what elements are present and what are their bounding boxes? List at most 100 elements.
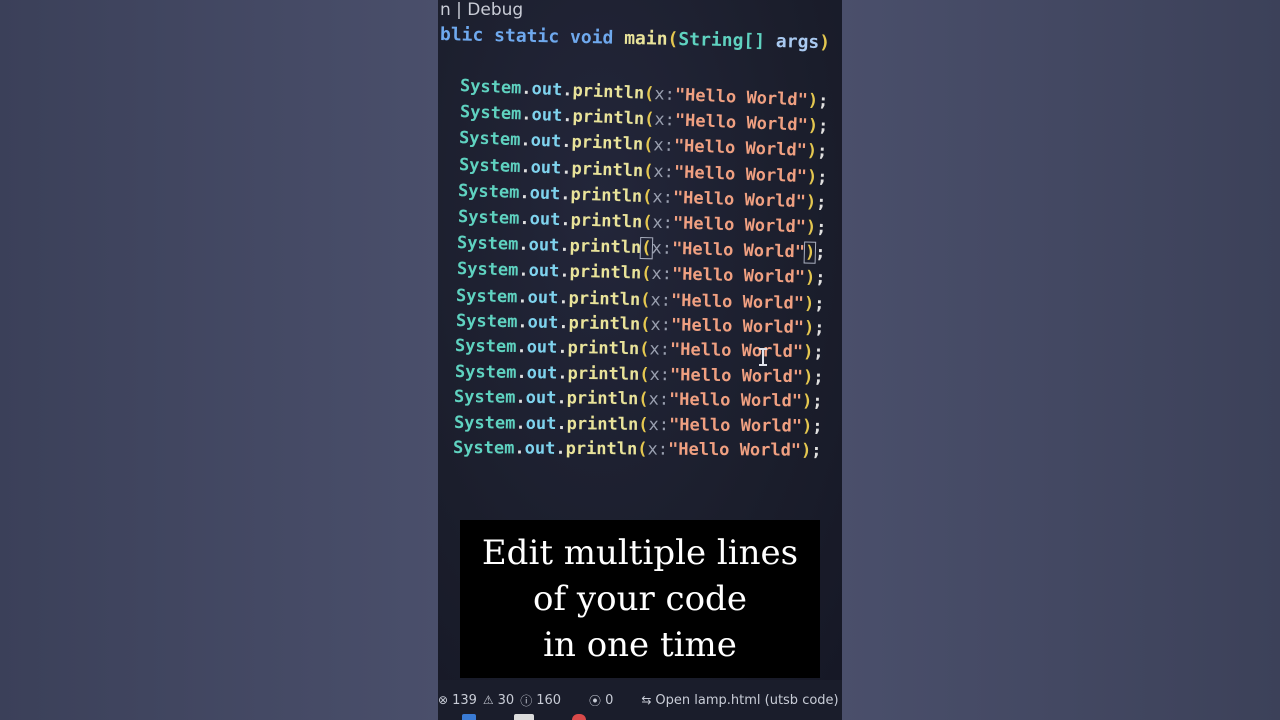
open-paren: ( (639, 314, 651, 335)
method-name: println (571, 106, 645, 130)
dot: . (519, 182, 530, 204)
code-line[interactable]: System.out.println(x:"Hello World"); (456, 286, 825, 314)
code-line[interactable]: System.out.println(x:"Hello World"); (457, 207, 826, 238)
dot: . (559, 210, 571, 231)
class-name: System (459, 76, 522, 99)
string-literal: "Hello World" (671, 239, 806, 263)
dot: . (558, 261, 570, 283)
warnings-indicator[interactable]: ⚠ 30 (483, 693, 514, 708)
field-name: out (526, 337, 558, 359)
dot: . (557, 338, 568, 359)
open-paren: ( (637, 439, 648, 460)
open-paren: ( (638, 364, 650, 385)
dot: . (516, 337, 527, 358)
field-name: out (528, 235, 560, 256)
dot: . (519, 156, 531, 178)
close-paren: ) (802, 367, 813, 388)
caption-line-1: Edit multiple lines (481, 533, 799, 573)
method-name: println (572, 80, 645, 104)
param-hint: x: (647, 439, 669, 460)
taskbar-app-icon[interactable] (572, 714, 586, 720)
semicolon: ; (812, 391, 823, 412)
open-file-status[interactable]: ⇆ Open lamp.html (utsb code) (641, 693, 838, 708)
code-line[interactable]: System.out.println(x:"Hello World"); (455, 311, 824, 338)
code-line[interactable]: System.out.println(x:"Hello World"); (454, 362, 823, 388)
semicolon: ; (816, 166, 828, 188)
semicolon: ; (817, 116, 829, 137)
field-name: out (525, 388, 557, 409)
param-hint: x: (647, 414, 669, 435)
error-icon: ⊗ (438, 693, 449, 707)
class-name: System (454, 361, 517, 383)
field-name: out (525, 413, 556, 434)
class-name: System (458, 128, 521, 151)
param-hint: x: (648, 364, 670, 386)
caption-box: Edit multiple lines of your code in one … (460, 520, 820, 678)
method-name: println (567, 313, 640, 335)
class-name: System (458, 154, 521, 177)
code-line[interactable]: System.out.println(x:"Hello World"); (457, 233, 826, 264)
param-hint: x: (651, 212, 673, 234)
code-line[interactable]: System.out.println(x:"Hello World"); (456, 259, 825, 288)
info-indicator[interactable]: ⓘ 160 (520, 692, 561, 709)
param-hint: x: (649, 314, 671, 336)
blurred-background-left (0, 0, 438, 720)
open-file-label: Open lamp.html (utsb code) (655, 692, 839, 708)
dot: . (558, 287, 569, 309)
dot: . (514, 438, 525, 459)
taskbar-app-icon[interactable] (514, 714, 534, 720)
taskbar-app-icon[interactable] (462, 714, 476, 720)
param-hint: x: (650, 289, 672, 311)
semicolon: ; (815, 217, 827, 238)
field-name: out (530, 105, 563, 127)
codelens-run-debug[interactable]: n | Debug (440, 0, 523, 20)
dot: . (560, 158, 572, 179)
param-hint: x: (652, 161, 674, 183)
class-name: System (454, 336, 517, 358)
method-name: main (623, 27, 668, 50)
dot: . (515, 387, 526, 409)
param-name: args (775, 31, 820, 53)
code-line[interactable]: System.out.println(x:"Hello World"); (455, 336, 824, 362)
semicolon: ; (816, 141, 828, 163)
open-paren: ( (640, 263, 652, 285)
method-name: println (567, 338, 640, 360)
string-literal: "Hello World" (672, 213, 806, 238)
class-name: System (457, 207, 520, 229)
semicolon: ; (815, 192, 827, 213)
param-hint: x: (652, 187, 674, 208)
dot: . (555, 438, 566, 459)
info-count: 160 (536, 692, 562, 708)
method-name: println (566, 363, 639, 385)
semicolon: ; (813, 318, 825, 339)
modifier-keywords: blic static void (439, 24, 614, 49)
code-line[interactable]: System.out.println(x:"Hello World"); (454, 387, 823, 412)
param-hint: x: (653, 84, 676, 105)
close-paren: ) (801, 416, 812, 437)
string-literal: "Hello World" (673, 162, 807, 187)
code-line[interactable]: System.out.println(x:"Hello World"); (453, 413, 822, 437)
errors-indicator[interactable]: ⊗ 139 (438, 693, 477, 708)
param-type: String[] (678, 28, 766, 52)
method-name: println (569, 210, 643, 233)
warnings-count: 30 (497, 692, 515, 708)
open-paren: ( (638, 389, 649, 410)
method-name: println (566, 413, 638, 435)
semicolon: ; (814, 242, 826, 264)
field-name: out (527, 261, 560, 282)
string-literal: "Hello World" (669, 340, 804, 363)
errors-count: 139 (452, 692, 477, 708)
string-literal: "Hello World" (668, 414, 802, 437)
code-line[interactable]: System.out.println(x:"Hello World"); (453, 438, 822, 461)
ports-indicator[interactable]: ⦿ 0 (589, 692, 613, 709)
param-hint: x: (650, 264, 672, 285)
open-paren: ( (642, 160, 654, 182)
close-paren: ) (804, 268, 815, 289)
class-name: System (456, 259, 519, 281)
dot: . (517, 260, 529, 282)
close-paren: ) (805, 217, 816, 238)
string-literal: "Hello World" (670, 290, 805, 314)
semicolon: ; (817, 91, 829, 112)
field-name: out (529, 157, 562, 179)
string-literal: "Hello World" (668, 389, 803, 412)
